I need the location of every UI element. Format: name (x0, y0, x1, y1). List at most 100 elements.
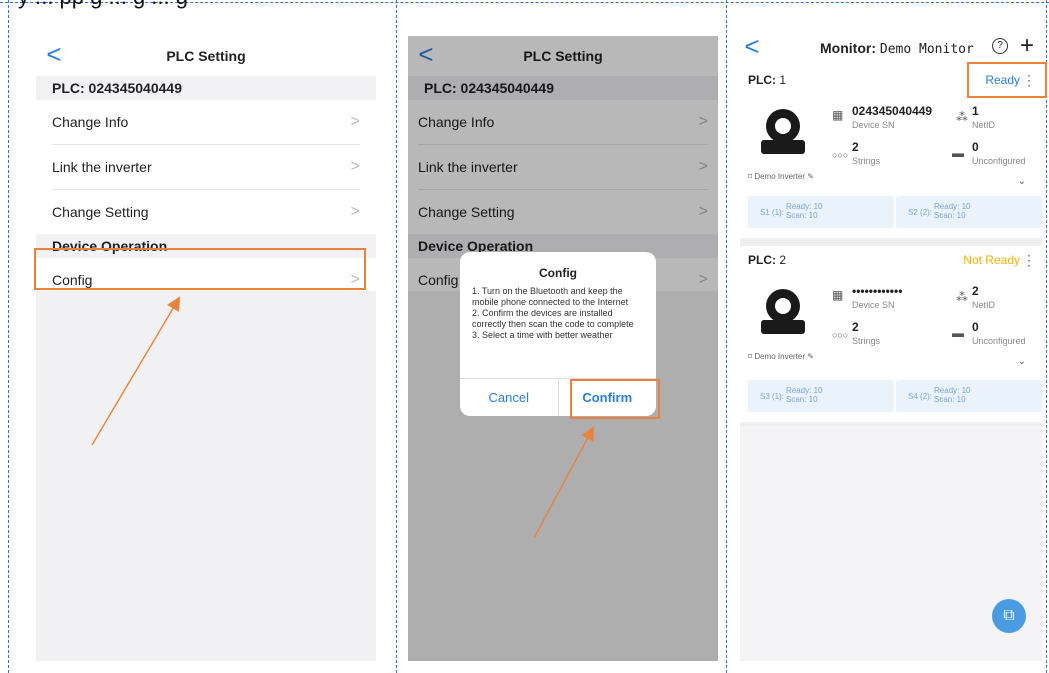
cancel-button[interactable]: Cancel (460, 379, 558, 416)
plc-number: 2 (779, 253, 787, 267)
netid-label: NetID (972, 300, 996, 310)
string-pill[interactable]: S3 (1): Ready: 10 Scan: 10 (748, 380, 894, 412)
monitor-title-prefix: Monitor: (820, 40, 876, 56)
row-link-inverter[interactable]: Link the inverter > (52, 145, 360, 190)
strings-label: Strings (852, 336, 881, 346)
help-icon[interactable]: ? (992, 38, 1008, 54)
frame-border-right (1046, 0, 1047, 673)
inverter-name: Demo Inverter (754, 172, 806, 181)
unconfigured-label: Unconfigured (972, 156, 1026, 166)
qrcode-icon: ▦ (832, 288, 844, 302)
string-scan: Scan: 10 (786, 211, 818, 220)
empty-area (36, 291, 376, 661)
string-scan: Scan: 10 (786, 395, 818, 404)
row-label: Change Setting (52, 204, 149, 220)
string-key: S2 (2): (908, 208, 933, 217)
string-counts: Ready: 10 Scan: 10 (786, 202, 822, 220)
frame-border-mid1 (396, 0, 397, 673)
device-sn-value: 024345040449 (852, 104, 933, 118)
plc-card[interactable]: PLC: 2 Not Ready ⋮ ▦ •••••••••••• Device… (740, 246, 1042, 422)
back-icon[interactable]: < (740, 32, 764, 61)
frame-border-mid2 (726, 0, 727, 673)
chevron-right-icon: > (350, 203, 360, 220)
page-title: PLC Setting (166, 48, 246, 64)
device-image (761, 109, 805, 154)
device-sn-value: •••••••••••• (852, 284, 903, 298)
row-label: Link the inverter (52, 159, 152, 175)
scan-fab-button[interactable]: ⧉ (992, 599, 1026, 633)
strings-label: Strings (852, 156, 881, 166)
chevron-down-icon[interactable]: ⌄ (1018, 356, 1026, 367)
header: < Monitor: Demo Monitor ? + (740, 32, 1042, 66)
device-image (761, 289, 805, 334)
string-ready: Ready: 10 (934, 386, 971, 395)
netid-value: 1 (972, 104, 979, 118)
network-icon: ⁂ (956, 110, 968, 124)
edit-icon[interactable]: ✎ (807, 172, 814, 181)
plc-label: PLC: (748, 253, 776, 267)
netid-label: NetID (972, 120, 996, 130)
string-key: S1 (1): (760, 208, 785, 217)
inverter-link[interactable]: ⌑ Demo Inverter ✎ (748, 352, 814, 361)
header: < PLC Setting (36, 36, 376, 76)
module-icon: ▬ (952, 326, 964, 340)
plc-number: 1 (779, 73, 787, 87)
frame-border-left (8, 0, 9, 673)
string-key: S3 (1): (760, 392, 785, 401)
plc-setting-screen-1: < PLC Setting PLC: 024345040449 Change I… (36, 36, 376, 661)
unconfigured-value: 0 (972, 320, 979, 334)
dialog-title: Config (539, 266, 577, 280)
chevron-right-icon: > (350, 113, 360, 130)
edit-icon[interactable]: ✎ (807, 352, 814, 361)
string-pill[interactable]: S1 (1): Ready: 10 Scan: 10 (748, 196, 894, 228)
strings-value: 2 (852, 320, 859, 334)
monitor-title: Monitor: Demo Monitor (820, 40, 974, 57)
strings-icon: ○○○ (832, 150, 849, 160)
string-scan: Scan: 10 (934, 395, 966, 404)
top-caption: y ... pp g ... g ... g (18, 0, 188, 10)
dialog-line: 3. Select a time with better weather (472, 330, 613, 340)
row-label: Change Info (52, 114, 129, 130)
more-icon[interactable]: ⋮ (1022, 246, 1036, 274)
status-badge: Not Ready (963, 253, 1020, 267)
chevron-down-icon[interactable]: ⌄ (1018, 176, 1026, 187)
chevron-right-icon: > (350, 158, 360, 175)
module-icon: ▬ (952, 146, 964, 160)
string-counts: Ready: 10 Scan: 10 (786, 386, 822, 404)
network-icon: ⁂ (956, 290, 968, 304)
string-scan: Scan: 10 (934, 211, 966, 220)
dialog-line: 1. Turn on the Bluetooth and keep the mo… (472, 286, 629, 307)
unconfigured-label: Unconfigured (972, 336, 1026, 346)
inverter-link[interactable]: ⌑ Demo Inverter ✎ (748, 172, 814, 181)
string-ready: Ready: 10 (786, 386, 823, 395)
string-ready: Ready: 10 (786, 202, 823, 211)
qrcode-icon: ▦ (832, 108, 844, 122)
device-sn-label: Device SN (852, 120, 895, 130)
row-change-info[interactable]: Change Info > (52, 100, 360, 145)
string-pill[interactable]: S2 (2): Ready: 10 Scan: 10 (896, 196, 1042, 228)
strings-value: 2 (852, 140, 859, 154)
divider (740, 238, 1042, 246)
plc-label: PLC: (748, 73, 776, 87)
confirm-highlight-box (570, 379, 660, 419)
string-key: S4 (2): (908, 392, 933, 401)
device-sn-label: Device SN (852, 300, 895, 310)
monitor-screen: < Monitor: Demo Monitor ? + PLC: 1 Ready… (740, 32, 1042, 661)
netid-value: 2 (972, 284, 979, 298)
add-icon[interactable]: + (1020, 32, 1034, 60)
string-counts: Ready: 10 Scan: 10 (934, 386, 970, 404)
plc-section-header: PLC: 024345040449 (36, 76, 376, 100)
monitor-name: Demo Monitor (879, 42, 974, 57)
ready-highlight-box (967, 62, 1047, 98)
plc-setting-screen-2: < PLC Setting PLC: 024345040449 Change I… (408, 36, 718, 661)
string-ready: Ready: 10 (934, 202, 971, 211)
inverter-name: Demo Inverter (754, 352, 806, 361)
unconfigured-value: 0 (972, 140, 979, 154)
row-change-setting[interactable]: Change Setting > (52, 190, 360, 234)
dialog-body: 1. Turn on the Bluetooth and keep the mo… (460, 280, 656, 351)
dialog-line: 2. Confirm the devices are installed cor… (472, 308, 634, 329)
plc-header: PLC: 2 Not Ready ⋮ (740, 246, 1042, 274)
string-pill[interactable]: S4 (2): Ready: 10 Scan: 10 (896, 380, 1042, 412)
strings-icon: ○○○ (832, 330, 849, 340)
config-highlight-box (34, 248, 366, 290)
